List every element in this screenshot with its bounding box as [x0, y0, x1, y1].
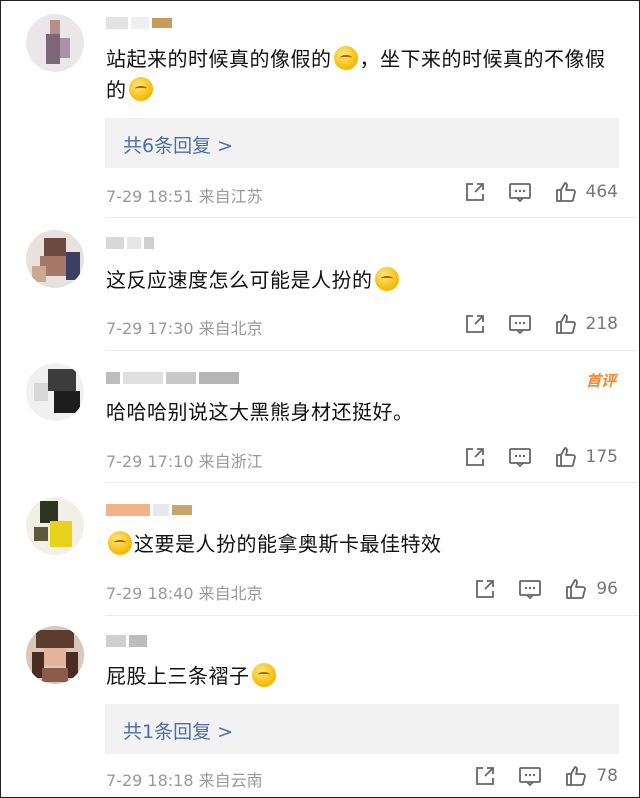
comment-text: 哈哈哈别说这大黑熊身材还挺好。: [106, 400, 414, 424]
comment-icon: [508, 183, 531, 203]
comment-text: 这反应速度怎么可能是人扮的: [106, 265, 614, 296]
comment-item: 屁股上三条褶子 共1条回复 > 7-29 18:18 来自云南 78: [1, 616, 638, 798]
comment-icon: [519, 580, 542, 600]
share-button[interactable]: [464, 181, 486, 203]
laughing-tears-emoji-icon: [374, 267, 399, 291]
thumbs-up-icon: [555, 182, 576, 202]
comment-button[interactable]: [508, 181, 532, 203]
comment-button[interactable]: [508, 313, 532, 335]
comment-button[interactable]: [518, 578, 542, 600]
comment-item: 这要是人扮的能拿奥斯卡最佳特效 7-29 18:40 来自北京 96: [1, 483, 638, 616]
share-button[interactable]: [464, 446, 486, 468]
username[interactable]: [106, 14, 172, 32]
comment-meta: 7-29 18:40 来自北京: [106, 580, 263, 604]
username[interactable]: [106, 369, 239, 387]
comment-text: 屁股上三条褶子: [106, 661, 614, 692]
nerd-emoji-icon: [128, 77, 153, 101]
replies-box[interactable]: 共6条回复 >: [105, 118, 619, 168]
share-button[interactable]: [464, 313, 486, 335]
first-comment-badge: 首评: [585, 372, 616, 390]
timestamp: 7-29 18:51: [106, 187, 194, 206]
replies-box[interactable]: 共1条回复 >: [105, 704, 619, 754]
like-button[interactable]: 218: [554, 312, 618, 336]
username[interactable]: [106, 501, 192, 519]
like-count: 464: [585, 182, 618, 202]
thumbs-up-icon: [555, 314, 576, 334]
timestamp: 7-29 18:40: [106, 584, 194, 603]
like-button[interactable]: 78: [564, 764, 618, 788]
comment-actions: 78: [452, 764, 618, 788]
avatar[interactable]: [26, 14, 84, 72]
avatar[interactable]: [26, 230, 84, 288]
thinking-emoji-icon: [333, 46, 358, 70]
share-icon: [476, 767, 495, 785]
comment-button[interactable]: [508, 446, 532, 468]
comment-button[interactable]: [518, 765, 542, 787]
like-count: 96: [596, 579, 618, 599]
like-button[interactable]: 175: [554, 445, 618, 469]
username[interactable]: [106, 632, 147, 650]
view-replies-link[interactable]: 共6条回复 >: [123, 131, 233, 158]
thinking-emoji-icon: [251, 663, 276, 687]
avatar[interactable]: [26, 363, 84, 421]
timestamp: 7-29 17:10: [106, 452, 194, 471]
share-button[interactable]: [474, 765, 496, 787]
like-button[interactable]: 96: [564, 577, 618, 601]
like-count: 175: [585, 447, 618, 467]
avatar[interactable]: [26, 497, 84, 555]
share-icon: [465, 315, 484, 333]
smile-emoji-icon: [108, 531, 132, 555]
comment-icon: [519, 767, 542, 787]
comment-icon: [508, 315, 531, 335]
comment-meta: 7-29 18:18 来自云南: [106, 767, 263, 791]
comment-meta: 7-29 17:10 来自浙江: [106, 448, 263, 472]
location: 来自云南: [198, 771, 263, 790]
share-icon: [465, 448, 484, 466]
share-button[interactable]: [474, 578, 496, 600]
like-count: 218: [585, 314, 618, 334]
comment-actions: 464: [442, 180, 618, 204]
comment-meta: 7-29 18:51 来自江苏: [106, 183, 263, 207]
location: 来自北京: [198, 319, 263, 338]
comment-meta: 7-29 17:30 来自北京: [106, 315, 263, 339]
username[interactable]: [106, 234, 154, 252]
comment-item: 首评 哈哈哈别说这大黑熊身材还挺好。 7-29 17:10 来自浙江 175: [1, 351, 638, 483]
share-icon: [476, 580, 495, 598]
thumbs-up-icon: [566, 579, 587, 599]
like-button[interactable]: 464: [554, 180, 618, 204]
share-icon: [465, 183, 484, 201]
like-count: 78: [596, 766, 618, 786]
comment-actions: 96: [452, 577, 618, 601]
timestamp: 7-29 18:18: [106, 771, 194, 790]
comment-actions: 175: [442, 445, 618, 469]
comment-actions: 218: [442, 312, 618, 336]
comment-text: 这要是人扮的能拿奥斯卡最佳特效: [106, 529, 614, 560]
location: 来自江苏: [198, 187, 263, 206]
thumbs-up-icon: [555, 447, 576, 467]
comment-item: 这反应速度怎么可能是人扮的 7-29 17:30 来自北京 218: [1, 218, 638, 351]
location: 来自北京: [198, 584, 263, 603]
comment-icon: [508, 448, 531, 468]
timestamp: 7-29 17:30: [106, 319, 194, 338]
location: 来自浙江: [198, 452, 263, 471]
thumbs-up-icon: [566, 766, 587, 786]
comment-item: 站起来的时候真的像假的 ，坐下来的时候真的不像假的 共6条回复 > 7-29 18…: [1, 0, 638, 218]
view-replies-link[interactable]: 共1条回复 >: [123, 717, 233, 744]
comment-text: 站起来的时候真的像假的 ，坐下来的时候真的不像假的: [106, 46, 606, 102]
avatar[interactable]: [26, 626, 84, 684]
